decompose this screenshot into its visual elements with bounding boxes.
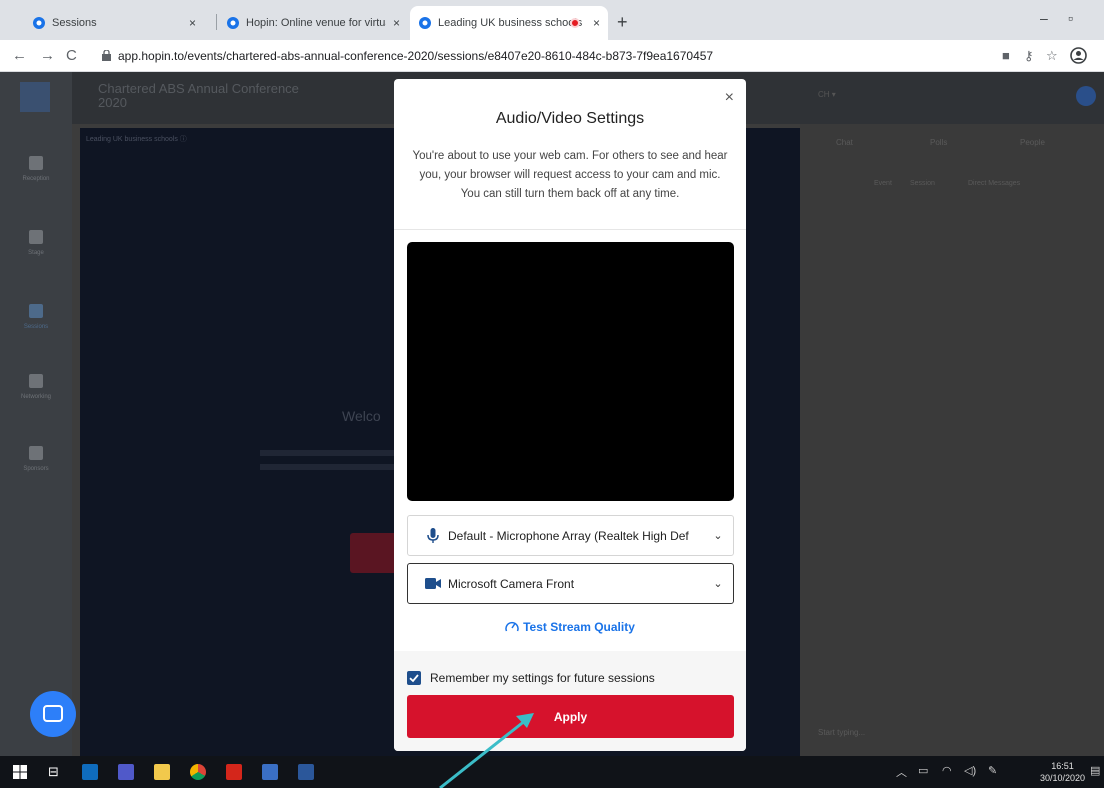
reload-button[interactable]: C bbox=[66, 47, 77, 64]
url-field[interactable]: app.hopin.to/events/chartered-abs-annual… bbox=[118, 49, 713, 63]
teams-icon[interactable] bbox=[118, 764, 134, 780]
camera-in-use-icon[interactable]: ■ bbox=[1002, 48, 1010, 63]
dialog-title: Audio/Video Settings bbox=[495, 110, 645, 127]
tab-people[interactable]: People bbox=[1020, 138, 1045, 147]
chevron-down-icon: ⌄ bbox=[713, 578, 723, 590]
dialog-footer: Remember my settings for future sessions… bbox=[394, 651, 746, 751]
tab-close-icon[interactable]: × bbox=[593, 16, 600, 30]
nav-item-sessions[interactable]: Sessions bbox=[0, 304, 72, 330]
windows-start-icon[interactable] bbox=[12, 764, 28, 780]
address-bar: ← → C app.hopin.to/events/chartered-abs-… bbox=[0, 40, 1104, 72]
tab-hopin[interactable]: Hopin: Online venue for virtual e × bbox=[218, 6, 408, 40]
app-icon[interactable] bbox=[262, 764, 278, 780]
back-button[interactable]: ← bbox=[12, 47, 27, 64]
subtab-event[interactable]: Event bbox=[874, 180, 892, 187]
microphone-value: Default - Microphone Array (Realtek High… bbox=[448, 528, 689, 543]
tab-title: Hopin: Online venue for virtual e bbox=[246, 17, 386, 29]
close-icon[interactable]: × bbox=[725, 89, 734, 107]
tab-close-icon[interactable]: × bbox=[393, 16, 400, 30]
word-icon[interactable] bbox=[298, 764, 314, 780]
chat-input[interactable]: Start typing... bbox=[818, 728, 865, 737]
tab-close-icon[interactable]: × bbox=[189, 16, 196, 30]
checkmark-icon bbox=[409, 674, 419, 683]
notifications-icon[interactable]: ▤ bbox=[1090, 764, 1100, 777]
task-view-icon[interactable]: ⊟ bbox=[48, 764, 64, 780]
gauge-icon bbox=[505, 621, 519, 632]
forward-button[interactable]: → bbox=[40, 47, 55, 64]
audio-video-settings-dialog: × Audio/Video Settings You're about to u… bbox=[394, 79, 746, 751]
dialog-description: You're about to use your web cam. For ot… bbox=[412, 150, 728, 200]
hopin-favicon-icon bbox=[33, 17, 45, 29]
left-nav: Reception Stage Sessions Networking Spon… bbox=[0, 72, 72, 756]
minimize-button[interactable]: – bbox=[1040, 10, 1048, 26]
event-logo bbox=[20, 82, 50, 112]
file-explorer-icon[interactable] bbox=[154, 764, 170, 780]
tab-chat[interactable]: Chat bbox=[836, 138, 853, 147]
hopin-favicon-icon bbox=[227, 17, 239, 29]
apply-button[interactable]: Apply bbox=[407, 695, 734, 738]
stage-welcome: Welco bbox=[342, 408, 381, 424]
stage-caption: Leading UK business schools ⓘ bbox=[86, 136, 187, 143]
nav-item-sponsors[interactable]: Sponsors bbox=[0, 446, 72, 472]
hopin-favicon-icon bbox=[419, 17, 431, 29]
microphone-icon bbox=[418, 527, 448, 544]
sessions-icon bbox=[29, 304, 43, 318]
maximize-button[interactable]: ▫ bbox=[1068, 10, 1073, 26]
remember-settings-label: Remember my settings for future sessions bbox=[430, 671, 655, 685]
chrome-icon[interactable] bbox=[190, 764, 206, 780]
test-stream-quality-link[interactable]: Test Stream Quality bbox=[394, 620, 746, 634]
wifi-icon[interactable]: ◠ bbox=[942, 764, 952, 777]
tab-title: Sessions bbox=[52, 17, 97, 29]
nav-item-networking[interactable]: Networking bbox=[0, 374, 72, 400]
support-chat-button[interactable] bbox=[30, 691, 76, 737]
outlook-icon[interactable] bbox=[82, 764, 98, 780]
nav-item-stage[interactable]: Stage bbox=[0, 230, 72, 256]
bookmark-star-icon[interactable]: ☆ bbox=[1046, 48, 1058, 64]
networking-icon bbox=[29, 374, 43, 388]
camera-preview bbox=[407, 242, 734, 501]
video-icon bbox=[29, 230, 43, 244]
browser-tab-bar: Sessions × Hopin: Online venue for virtu… bbox=[0, 0, 1104, 40]
sponsors-icon bbox=[29, 446, 43, 460]
tab-polls[interactable]: Polls bbox=[930, 138, 947, 147]
key-icon[interactable]: ⚷ bbox=[1024, 48, 1034, 64]
system-clock[interactable]: 16:51 30/10/2020 bbox=[1040, 760, 1085, 784]
volume-icon[interactable]: ◁) bbox=[964, 764, 976, 777]
header-menu[interactable]: CH ▾ bbox=[818, 90, 836, 99]
camera-value: Microsoft Camera Front bbox=[448, 576, 575, 591]
battery-icon[interactable]: ▭ bbox=[918, 764, 928, 777]
camera-icon bbox=[418, 578, 448, 589]
chat-icon bbox=[43, 705, 63, 722]
subtab-session[interactable]: Session bbox=[910, 180, 935, 187]
remember-settings-checkbox[interactable] bbox=[407, 671, 421, 685]
tab-leading-uk-business-schools[interactable]: Leading UK business schools × bbox=[410, 6, 608, 40]
nav-item-reception[interactable]: Reception bbox=[0, 156, 72, 182]
acrobat-icon[interactable] bbox=[226, 764, 242, 780]
test-stream-label: Test Stream Quality bbox=[523, 620, 635, 634]
recording-indicator-icon bbox=[570, 18, 580, 28]
chat-panel: Chat Polls People Event Session Direct M… bbox=[800, 124, 1104, 756]
tab-title: Leading UK business schools bbox=[438, 17, 583, 29]
user-avatar[interactable] bbox=[1076, 86, 1096, 106]
profile-icon[interactable] bbox=[1070, 47, 1087, 64]
windows-taskbar: ⊟ ︿ ▭ ◠ ◁) ✎ 16:51 30/10/2020 ▤ bbox=[0, 756, 1104, 788]
chevron-down-icon: ⌄ bbox=[713, 530, 723, 542]
divider bbox=[394, 229, 746, 230]
microphone-select[interactable]: Default - Microphone Array (Realtek High… bbox=[407, 515, 734, 556]
tab-separator bbox=[216, 14, 217, 30]
camera-select[interactable]: Microsoft Camera Front ⌄ bbox=[407, 563, 734, 604]
subtab-direct-messages[interactable]: Direct Messages bbox=[968, 180, 1020, 187]
tab-sessions[interactable]: Sessions × bbox=[24, 6, 204, 40]
home-icon bbox=[29, 156, 43, 170]
new-tab-button[interactable]: + bbox=[617, 12, 628, 33]
lock-icon[interactable] bbox=[102, 50, 111, 61]
event-title: Chartered ABS Annual Conference 2020 bbox=[98, 81, 299, 110]
show-hidden-icons[interactable]: ︿ bbox=[896, 764, 907, 780]
pen-icon[interactable]: ✎ bbox=[988, 764, 997, 777]
